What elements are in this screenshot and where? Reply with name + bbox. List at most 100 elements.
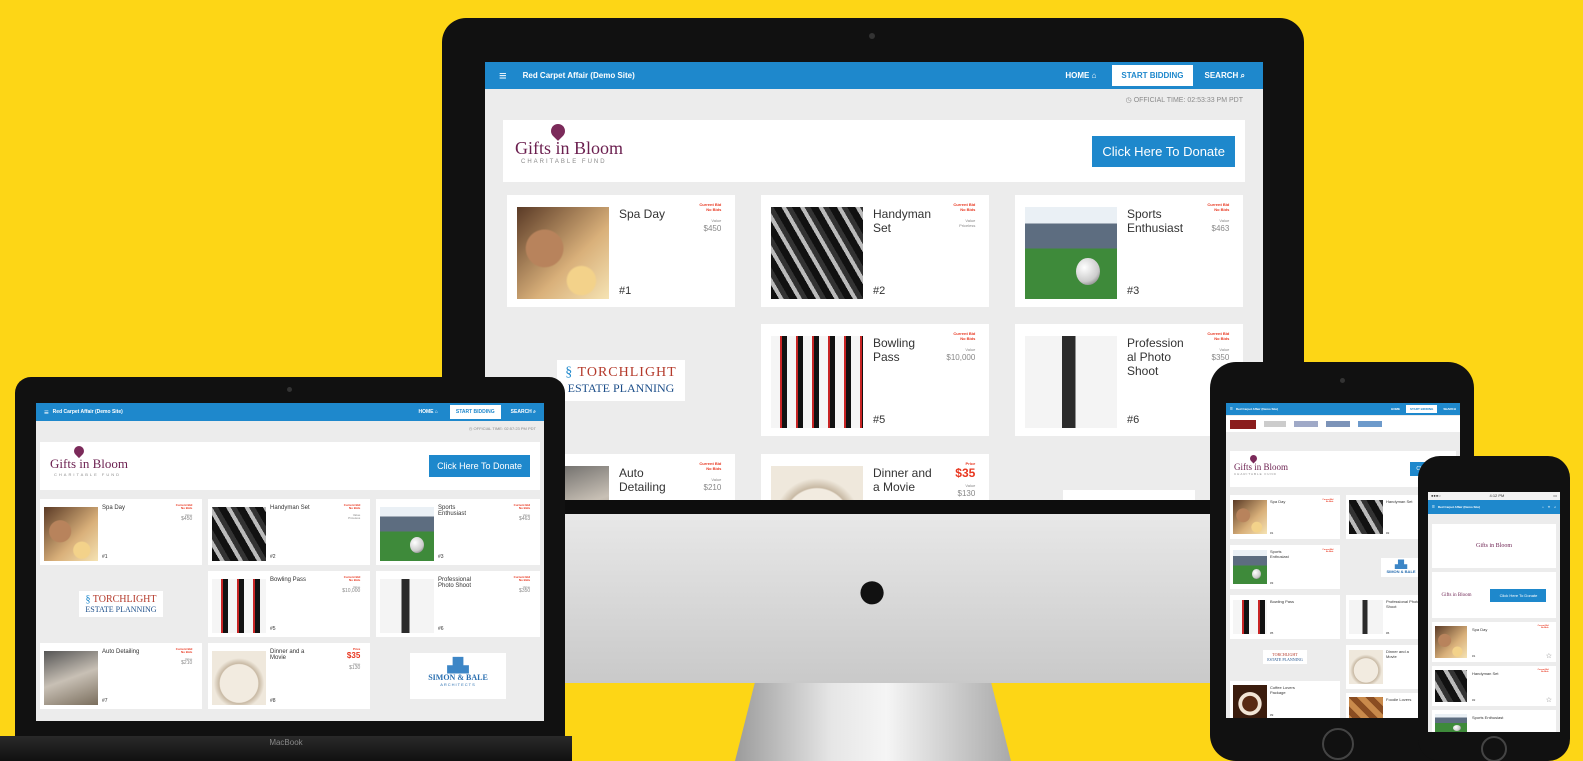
sponsor-torchlight[interactable]: TORCHLIGHT ESTATE PLANNING bbox=[1230, 645, 1340, 669]
sponsor-simon-bale[interactable]: ▟▙ SIMON & BALE ARCHITECTS bbox=[376, 643, 540, 709]
item-value: Value $350 bbox=[519, 585, 531, 595]
item-card-dinner-movie[interactable]: Dinner and a Movie Price $35 Value $130 bbox=[761, 454, 989, 500]
site-title[interactable]: Red Carpet Affair (Demo Site) bbox=[1438, 505, 1542, 509]
item-name: Professional Photo Shoot bbox=[1386, 599, 1420, 609]
item-card-spa-day[interactable]: Spa Day #1 Current Bid No Bids bbox=[1230, 495, 1340, 539]
bid-status: Price $35 bbox=[346, 647, 361, 661]
item-value: Value $463 bbox=[1211, 218, 1230, 233]
site-title[interactable]: Red Carpet Affair (Demo Site) bbox=[53, 409, 419, 415]
item-card-spa-day[interactable]: Spa Day #1 Current Bid No Bids ☆ bbox=[1432, 622, 1556, 662]
item-card-bowling-pass[interactable]: Bowling Pass #5 Current Bid No Bids Value… bbox=[208, 571, 370, 637]
menu-icon[interactable]: ≡ bbox=[44, 408, 49, 417]
building-icon: ▟▙ bbox=[447, 657, 469, 673]
home-icon: ⌂ bbox=[1091, 71, 1097, 80]
nav-home[interactable]: HOME ⌂ bbox=[1065, 71, 1096, 80]
nav-search[interactable]: SEARCH bbox=[1443, 407, 1456, 411]
item-card-sports-enthusiast[interactable]: Sports Enthusiast #3 Current Bid No Bids bbox=[1230, 545, 1340, 589]
bid-status: Current Bid No Bids bbox=[1322, 549, 1334, 554]
nav-home[interactable]: HOME ⌂ bbox=[418, 409, 437, 415]
start-bidding-button[interactable]: START BIDDING bbox=[449, 405, 501, 419]
sponsor-torchlight[interactable]: § TORCHLIGHT ESTATE PLANNING bbox=[40, 571, 202, 637]
item-card-auto-detailing[interactable]: Auto Detailing #7 Current Bid No Bids Val… bbox=[40, 643, 202, 709]
donate-button[interactable]: Click Here To Donate bbox=[429, 455, 530, 477]
item-card-bowling-pass[interactable]: Bowling Pass #5 bbox=[1230, 595, 1340, 639]
search-icon[interactable]: ⌕ bbox=[1554, 505, 1556, 509]
item-card-sports-enthusiast[interactable]: Sports Enthusiast #3 Current Bid No Bids … bbox=[376, 499, 540, 565]
item-name: Sports Enthusiast bbox=[1127, 207, 1184, 235]
item-value: Value $10,000 bbox=[946, 347, 976, 362]
item-number: #8 bbox=[270, 698, 276, 704]
menu-icon[interactable]: ≡ bbox=[499, 68, 507, 83]
item-card-sports-enthusiast[interactable]: Sports Enthusiast bbox=[1432, 710, 1556, 732]
nav-search[interactable]: SEARCH ⌕ bbox=[511, 409, 536, 415]
item-card-sports-enthusiast[interactable]: Sports Enthusiast #3 Current Bid No Bids … bbox=[1015, 195, 1243, 307]
item-value: Value $210 bbox=[181, 657, 193, 667]
torchlight-logo: § TORCHLIGHT ESTATE PLANNING bbox=[557, 359, 685, 401]
home-icon[interactable]: ⌂ bbox=[1542, 505, 1544, 509]
iphone-status-bar: ●●●○ 4:12 PM ▭ bbox=[1428, 492, 1560, 500]
item-card-spa-day[interactable]: Spa Day #1 Current Bid No Bids Value $450 bbox=[507, 195, 735, 307]
item-image bbox=[1349, 600, 1383, 634]
item-image bbox=[1435, 670, 1467, 702]
item-card-handyman-set[interactable]: Handyman Set #2 Current Bid No Bids Value… bbox=[761, 195, 989, 307]
item-image bbox=[771, 466, 863, 500]
item-number: #6 bbox=[438, 626, 444, 632]
site-title[interactable]: Red Carpet Affair (Demo Site) bbox=[523, 71, 1066, 80]
sponsor-logo bbox=[1230, 419, 1256, 429]
item-image bbox=[1349, 500, 1383, 534]
item-number: #1 bbox=[1472, 654, 1476, 658]
item-value: Value $130 bbox=[957, 483, 976, 498]
item-card-handyman-set[interactable]: Handyman Set #2 Current Bid No Bids ☆ bbox=[1432, 666, 1556, 706]
item-name: Sports Enthusiast bbox=[1472, 715, 1504, 720]
item-card-spa-day[interactable]: Spa Day #1 Current Bid No Bids Value $450 bbox=[40, 499, 202, 565]
donate-panel: Gifts in Bloom Click Here To Donate bbox=[1432, 572, 1556, 618]
sponsor-simon-bale[interactable]: ▟▙ bbox=[1015, 454, 1243, 500]
donate-button[interactable]: Click Here To Donate bbox=[1490, 588, 1547, 602]
item-name: Spa Day bbox=[1270, 499, 1286, 504]
bid-status: Price $35 bbox=[955, 461, 976, 480]
gavel-icon[interactable]: ✦ bbox=[1548, 505, 1551, 509]
item-card-photo-shoot[interactable]: Professional Photo Shoot #6 Current Bid N… bbox=[376, 571, 540, 637]
charity-logo-small: Gifts in Bloom bbox=[1441, 592, 1472, 598]
site-title[interactable]: Red Carpet Affair (Demo Site) bbox=[1236, 407, 1391, 411]
start-bidding-button[interactable]: START BIDDING bbox=[1112, 65, 1193, 86]
nav-search[interactable]: SEARCH ⌕ bbox=[1205, 71, 1246, 81]
item-image bbox=[44, 507, 98, 561]
top-nav: ≡ Red Carpet Affair (Demo Site) HOME ⌂ S… bbox=[36, 403, 544, 421]
start-bidding-button[interactable]: START BIDDING bbox=[1406, 405, 1438, 413]
item-value: Value $450 bbox=[181, 513, 193, 523]
menu-icon[interactable]: ≡ bbox=[1230, 406, 1233, 412]
apple-logo-icon: ● bbox=[855, 560, 889, 620]
item-card-dinner-movie[interactable]: Dinner and a Movie #8 Price $35 Value $130 bbox=[208, 643, 370, 709]
bid-status: Current Bid No Bids bbox=[953, 202, 976, 212]
watch-star-icon[interactable]: ☆ bbox=[1546, 652, 1552, 660]
donate-button[interactable]: Click Here To Donate bbox=[1092, 135, 1235, 167]
item-card-bowling-pass[interactable]: Bowling Pass #5 Current Bid No Bids Value… bbox=[761, 324, 989, 436]
item-card-coffee-lovers[interactable]: Coffee Lovers Package #9 bbox=[1230, 681, 1340, 718]
item-image bbox=[1025, 207, 1117, 299]
item-image bbox=[212, 579, 266, 633]
item-name: Spa Day bbox=[102, 505, 126, 511]
item-number: #2 bbox=[873, 285, 886, 297]
torchlight-logo: TORCHLIGHT ESTATE PLANNING bbox=[1263, 650, 1307, 664]
item-number: #2 bbox=[270, 554, 276, 560]
official-time: ◷ OFFICIAL TIME: 02:57:23 PM PDT bbox=[468, 426, 536, 431]
item-image bbox=[380, 579, 434, 633]
bid-status: Current Bid No Bids bbox=[1322, 499, 1334, 504]
nav-home[interactable]: HOME bbox=[1391, 407, 1400, 411]
macbook-base: MacBook bbox=[0, 736, 572, 761]
item-name: Handyman Set bbox=[1472, 671, 1499, 676]
charity-logo: Gifts in Bloom bbox=[1475, 543, 1512, 549]
item-image bbox=[1025, 336, 1117, 428]
menu-icon[interactable]: ≡ bbox=[1432, 504, 1435, 510]
bid-status: Current Bid No Bids bbox=[343, 503, 361, 511]
imac-screen: ≡ Red Carpet Affair (Demo Site) HOME ⌂ S… bbox=[485, 62, 1263, 500]
item-card-photo-shoot[interactable]: Profession al Photo Shoot #6 Current Bid… bbox=[1015, 324, 1243, 436]
item-card-handyman-set[interactable]: Handyman Set #2 Current Bid No Bids Value… bbox=[208, 499, 370, 565]
item-name: Spa Day bbox=[1472, 627, 1488, 632]
sponsor-logo bbox=[1294, 421, 1318, 427]
watch-star-icon[interactable]: ☆ bbox=[1546, 696, 1552, 704]
item-image bbox=[771, 207, 863, 299]
item-name: Sports Enthusiast bbox=[1270, 549, 1289, 559]
bid-status: Current Bid No Bids bbox=[1207, 202, 1230, 212]
